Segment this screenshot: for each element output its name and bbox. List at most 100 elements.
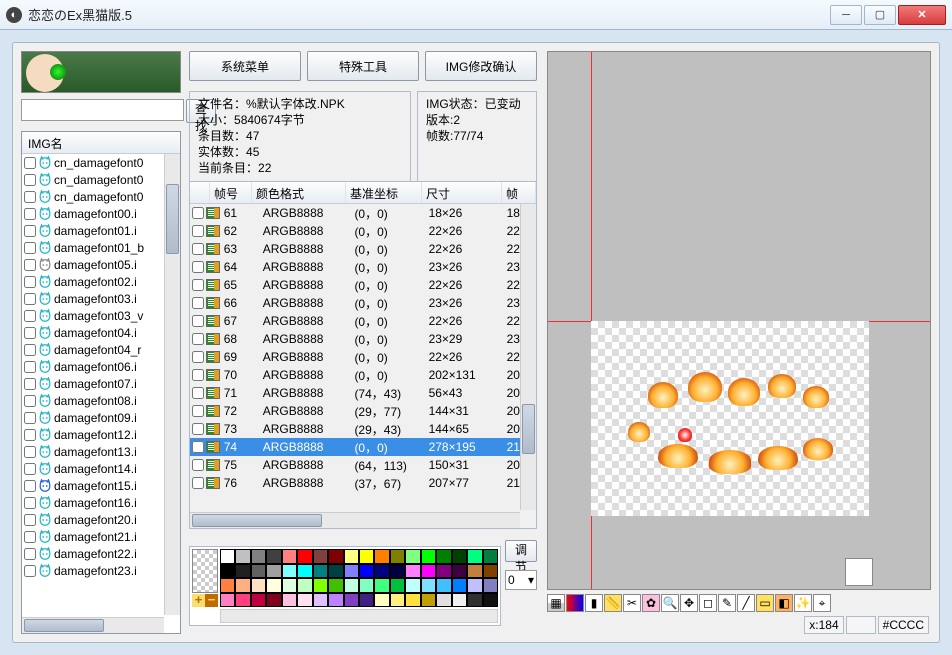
palette-swatch[interactable] bbox=[344, 593, 359, 608]
palette-swatch[interactable] bbox=[328, 593, 343, 608]
palette-swatch[interactable] bbox=[436, 578, 451, 593]
img-list-row[interactable]: damagefont16.i bbox=[22, 494, 164, 511]
frame-row[interactable]: 69ARGB8888(0，0)22×2622 bbox=[190, 348, 520, 366]
tool-flower[interactable]: ✿ bbox=[642, 594, 660, 612]
img-list-row[interactable]: cn_damagefont0 bbox=[22, 154, 164, 171]
palette-remove-button[interactable]: − bbox=[205, 594, 218, 607]
img-list-row[interactable]: damagefont14.i bbox=[22, 460, 164, 477]
palette-swatch[interactable] bbox=[421, 549, 436, 564]
palette-swatch[interactable] bbox=[467, 564, 482, 579]
tool-ruler[interactable]: 📏 bbox=[604, 594, 622, 612]
frame-row-checkbox[interactable] bbox=[192, 279, 204, 291]
palette-swatch[interactable] bbox=[220, 549, 235, 564]
current-color-swatch[interactable] bbox=[845, 558, 873, 586]
img-row-checkbox[interactable] bbox=[24, 276, 36, 288]
img-list-row[interactable]: damagefont02.i bbox=[22, 273, 164, 290]
palette-swatch[interactable] bbox=[328, 564, 343, 579]
tool-levels[interactable]: ▮ bbox=[585, 594, 603, 612]
img-list-row[interactable]: damagefont00.i bbox=[22, 205, 164, 222]
frame-row[interactable]: 70ARGB8888(0，0)202×13120 bbox=[190, 366, 520, 384]
frame-row-checkbox[interactable] bbox=[192, 459, 204, 471]
palette-hscroll[interactable] bbox=[220, 609, 498, 623]
tool-pick[interactable]: ⌖ bbox=[813, 594, 831, 612]
img-row-checkbox[interactable] bbox=[24, 361, 36, 373]
system-menu-button[interactable]: 系统菜单 bbox=[189, 51, 301, 81]
img-list-header[interactable]: IMG名 bbox=[22, 132, 180, 154]
palette-swatch[interactable] bbox=[266, 564, 281, 579]
tool-box[interactable]: ▭ bbox=[756, 594, 774, 612]
palette-swatch[interactable] bbox=[421, 578, 436, 593]
tool-cut[interactable]: ✂ bbox=[623, 594, 641, 612]
img-list-row[interactable]: damagefont04_r bbox=[22, 341, 164, 358]
frame-row[interactable]: 75ARGB8888(64，113)150×3120 bbox=[190, 456, 520, 474]
frame-row-checkbox[interactable] bbox=[192, 243, 204, 255]
img-list-row[interactable]: damagefont03_v bbox=[22, 307, 164, 324]
palette-swatch[interactable] bbox=[359, 564, 374, 579]
palette-swatch[interactable] bbox=[220, 578, 235, 593]
img-list-row[interactable]: damagefont22.i bbox=[22, 545, 164, 562]
frame-row[interactable]: 62ARGB8888(0，0)22×2622 bbox=[190, 222, 520, 240]
palette-swatch[interactable] bbox=[266, 578, 281, 593]
img-row-checkbox[interactable] bbox=[24, 344, 36, 356]
frame-row-checkbox[interactable] bbox=[192, 333, 204, 345]
frame-row-checkbox[interactable] bbox=[192, 369, 204, 381]
img-row-checkbox[interactable] bbox=[24, 327, 36, 339]
palette-swatch[interactable] bbox=[251, 578, 266, 593]
palette-swatch[interactable] bbox=[235, 593, 250, 608]
img-list-row[interactable]: damagefont20.i bbox=[22, 511, 164, 528]
palette-swatch[interactable] bbox=[344, 578, 359, 593]
img-row-checkbox[interactable] bbox=[24, 293, 36, 305]
frame-row[interactable]: 65ARGB8888(0，0)22×2622 bbox=[190, 276, 520, 294]
palette-swatch[interactable] bbox=[405, 564, 420, 579]
img-row-checkbox[interactable] bbox=[24, 157, 36, 169]
frame-row-checkbox[interactable] bbox=[192, 315, 204, 327]
palette-swatch[interactable] bbox=[436, 564, 451, 579]
palette-swatch[interactable] bbox=[390, 593, 405, 608]
img-row-checkbox[interactable] bbox=[24, 429, 36, 441]
palette-swatch[interactable] bbox=[313, 549, 328, 564]
palette-swatch[interactable] bbox=[220, 564, 235, 579]
img-list-row[interactable]: damagefont23.i bbox=[22, 562, 164, 579]
tool-rgb[interactable] bbox=[566, 594, 584, 612]
palette-swatch[interactable] bbox=[436, 549, 451, 564]
palette-swatch[interactable] bbox=[344, 564, 359, 579]
img-list-row[interactable]: damagefont05.i bbox=[22, 256, 164, 273]
palette-swatch[interactable] bbox=[282, 549, 297, 564]
img-list-hscroll[interactable] bbox=[22, 617, 164, 633]
img-row-checkbox[interactable] bbox=[24, 225, 36, 237]
palette-swatch[interactable] bbox=[467, 593, 482, 608]
img-row-checkbox[interactable] bbox=[24, 242, 36, 254]
img-row-checkbox[interactable] bbox=[24, 208, 36, 220]
palette-swatch[interactable] bbox=[328, 549, 343, 564]
frame-row-checkbox[interactable] bbox=[192, 423, 204, 435]
frame-list-header[interactable]: 帧号 颜色格式 基准坐标 尺寸 帧 bbox=[190, 182, 536, 204]
tool-move[interactable]: ✥ bbox=[680, 594, 698, 612]
palette-swatch[interactable] bbox=[452, 549, 467, 564]
palette-swatch[interactable] bbox=[251, 593, 266, 608]
img-confirm-button[interactable]: IMG修改确认 bbox=[425, 51, 537, 81]
img-list-vscroll[interactable] bbox=[164, 154, 180, 615]
frame-row-checkbox[interactable] bbox=[192, 405, 204, 417]
maximize-button[interactable]: ▢ bbox=[864, 5, 896, 25]
palette-swatch[interactable] bbox=[452, 593, 467, 608]
img-list-row[interactable]: damagefont13.i bbox=[22, 443, 164, 460]
img-row-checkbox[interactable] bbox=[24, 480, 36, 492]
palette-swatch[interactable] bbox=[421, 564, 436, 579]
palette-add-button[interactable]: + bbox=[192, 594, 205, 607]
palette-swatch[interactable] bbox=[251, 549, 266, 564]
frame-row-checkbox[interactable] bbox=[192, 297, 204, 309]
img-row-checkbox[interactable] bbox=[24, 310, 36, 322]
tool-line[interactable]: ╱ bbox=[737, 594, 755, 612]
zero-select[interactable]: 0▾ bbox=[505, 570, 537, 590]
img-row-checkbox[interactable] bbox=[24, 514, 36, 526]
frame-row-checkbox[interactable] bbox=[192, 261, 204, 273]
img-list-row[interactable]: damagefont07.i bbox=[22, 375, 164, 392]
palette-swatch[interactable] bbox=[483, 593, 498, 608]
palette-swatch[interactable] bbox=[282, 593, 297, 608]
img-list-row[interactable]: damagefont12.i bbox=[22, 426, 164, 443]
frame-row-checkbox[interactable] bbox=[192, 351, 204, 363]
palette-swatch[interactable] bbox=[421, 593, 436, 608]
palette-swatch[interactable] bbox=[374, 578, 389, 593]
palette-swatch[interactable] bbox=[390, 549, 405, 564]
frame-row-checkbox[interactable] bbox=[192, 225, 204, 237]
